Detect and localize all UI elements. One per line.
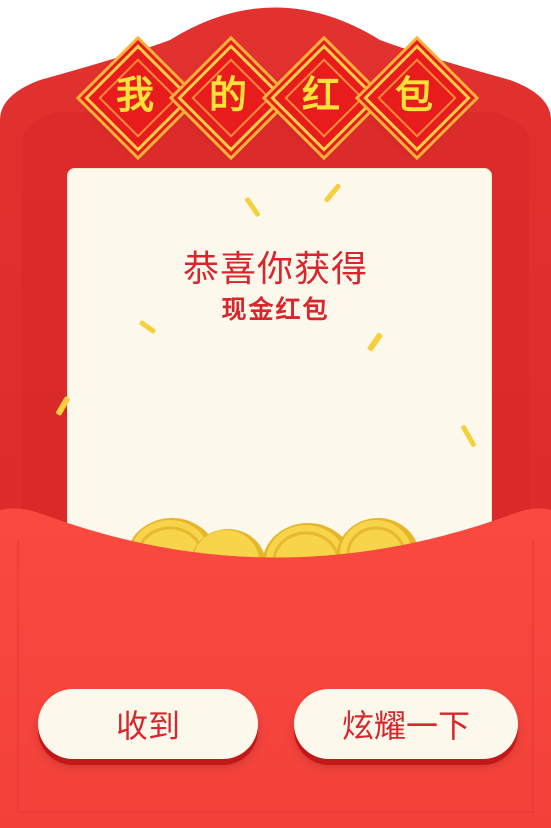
receive-button[interactable]: 收到 [38,689,258,759]
show-off-button[interactable]: 炫耀一下 [294,689,518,759]
title-char: 包 [394,72,433,117]
title-diamond: 包 [363,44,471,152]
title-char: 我 [115,72,154,117]
title-char: 的 [208,72,247,117]
congrats-title: 恭喜你获得 [182,249,368,290]
reward-type-label: 现金红包 [221,295,330,324]
title-char: 红 [301,72,340,117]
title-banner: 我 的 红 包 [0,0,551,190]
title-diamond: 我 [84,44,192,152]
title-diamond: 的 [177,44,285,152]
envelope-front [0,508,551,828]
title-diamond: 红 [270,44,378,152]
red-packet-screen: 我 的 红 包 恭喜你获得 现金红包 收到 炫耀一下 [0,0,551,828]
